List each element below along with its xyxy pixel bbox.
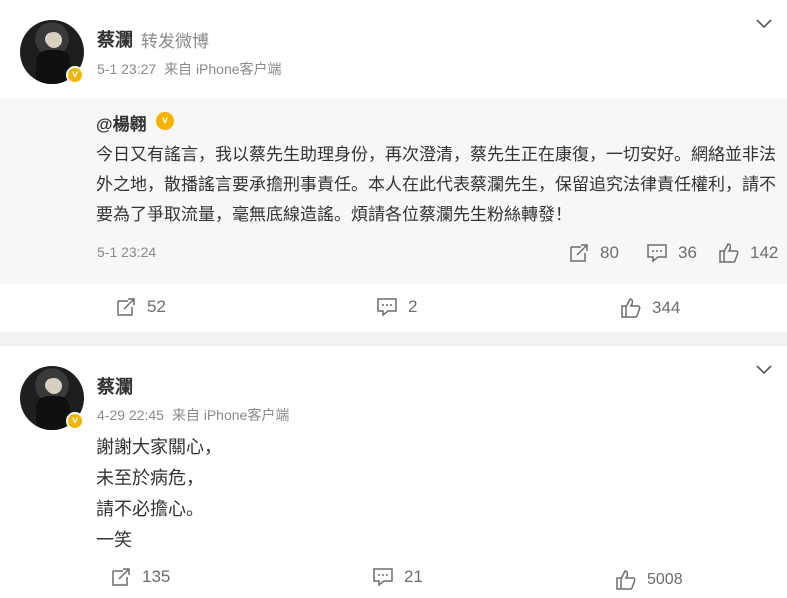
comment-count: 21 [404, 567, 423, 586]
like-count: 344 [652, 298, 681, 317]
chevron-down-icon[interactable] [755, 360, 773, 378]
like-button[interactable]: 5008 [615, 569, 683, 591]
post-meta: 4-29 22:45 来自 iPhone客户端 [97, 405, 289, 425]
quoted-repost-button[interactable]: 80 [568, 242, 619, 264]
post-line: 謝謝大家關心， [96, 437, 222, 457]
thumbs-up-icon [616, 570, 636, 590]
post-text: 謝謝大家關心， 未至於病危， 請不必擔心。 一笑 [96, 432, 222, 556]
weibo-post-2: v 蔡瀾 4-29 22:45 来自 iPhone客户端 謝謝大家關心， 未至於… [0, 346, 787, 598]
author-name[interactable]: 蔡瀾 [97, 373, 133, 399]
quoted-post[interactable]: @楊翱 v 今日又有謠言，我以蔡先生助理身份，再次澄清，蔡先生正在康復，一切安好… [0, 98, 787, 284]
quoted-comment-button[interactable]: 36 [646, 242, 697, 264]
quoted-like-button[interactable]: 142 [718, 242, 778, 264]
quoted-text: 今日又有謠言，我以蔡先生助理身份，再次澄清，蔡先生正在康復，一切安好。網絡並非法… [96, 145, 776, 224]
comment-count: 2 [408, 297, 418, 316]
quoted-comment-count: 36 [678, 243, 697, 262]
chevron-down-icon[interactable] [755, 14, 773, 32]
verified-badge-icon: v [66, 66, 84, 84]
verified-badge-icon: v [156, 112, 174, 130]
thumbs-up-icon [719, 243, 739, 263]
post-line: 請不必擔心。 [96, 499, 204, 519]
repost-button[interactable]: 52 [115, 296, 166, 318]
quoted-author[interactable]: @楊翱 [96, 110, 147, 135]
comment-icon [373, 568, 393, 587]
post-meta: 5-1 23:27 来自 iPhone客户端 [97, 59, 282, 79]
repost-icon [112, 568, 130, 586]
comment-button[interactable]: 2 [376, 296, 417, 318]
post-line: 未至於病危， [96, 468, 204, 488]
like-count: 5008 [647, 571, 683, 588]
repost-tag: 转发微博 [141, 32, 209, 51]
like-button[interactable]: 344 [620, 297, 680, 319]
post-time[interactable]: 5-1 23:27 [97, 61, 156, 77]
comment-icon [377, 298, 397, 317]
repost-count: 52 [147, 297, 166, 316]
post-source: 来自 iPhone客户端 [171, 407, 290, 423]
post-source: 来自 iPhone客户端 [164, 61, 282, 77]
repost-count: 135 [142, 567, 171, 586]
comment-button[interactable]: 21 [372, 566, 423, 588]
repost-icon [570, 244, 588, 262]
quoted-time[interactable]: 5-1 23:24 [97, 244, 156, 260]
comment-icon [647, 244, 667, 263]
thumbs-up-icon [621, 298, 641, 318]
author-name[interactable]: 蔡瀾 [97, 26, 133, 52]
verified-badge-icon: v [66, 412, 84, 430]
repost-button[interactable]: 135 [110, 566, 170, 588]
quoted-repost-count: 80 [600, 243, 619, 262]
post-time[interactable]: 4-29 22:45 [97, 407, 164, 423]
post-line: 一笑 [96, 530, 132, 550]
repost-icon [117, 298, 135, 316]
weibo-post-1: v 蔡瀾 转发微博 5-1 23:27 来自 iPhone客户端 @楊翱 v 今… [0, 0, 787, 332]
quoted-like-count: 142 [750, 243, 779, 262]
